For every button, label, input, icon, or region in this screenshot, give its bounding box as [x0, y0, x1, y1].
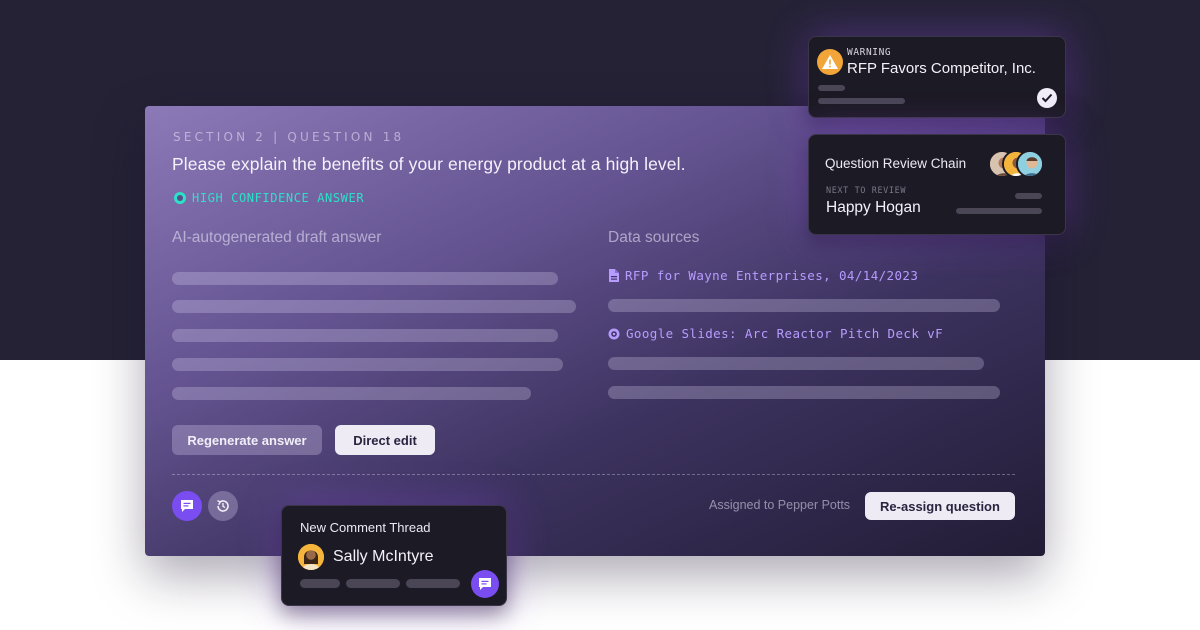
confidence-label: HIGH CONFIDENCE ANSWER: [192, 191, 365, 205]
source-label: Google Slides: Arc Reactor Pitch Deck vF: [626, 326, 944, 341]
draft-placeholder-line: [172, 272, 558, 285]
divider: [172, 474, 1015, 475]
direct-edit-button[interactable]: Direct edit: [335, 425, 435, 455]
placeholder-line: [1015, 193, 1042, 199]
sources-heading: Data sources: [608, 229, 700, 246]
section-label: SECTION 2 | QUESTION 18: [173, 130, 405, 144]
confidence-icon: [174, 192, 186, 204]
placeholder-line: [346, 579, 400, 588]
confidence-badge: HIGH CONFIDENCE ANSWER: [174, 191, 364, 205]
avatar: [1016, 150, 1044, 178]
comment-icon: [181, 500, 193, 512]
reviewer-name: Happy Hogan: [826, 199, 921, 216]
question-text: Please explain the benefits of your ener…: [172, 154, 686, 174]
source-link-slides[interactable]: Google Slides: Arc Reactor Pitch Deck vF: [608, 326, 943, 341]
reviewer-avatars: [988, 150, 1048, 180]
placeholder-line: [956, 208, 1042, 214]
warning-title: RFP Favors Competitor, Inc.: [847, 60, 1036, 77]
draft-placeholder-line: [172, 329, 558, 342]
draft-placeholder-line: [172, 300, 576, 313]
source-link-rfp[interactable]: RFP for Wayne Enterprises, 04/14/2023: [608, 268, 918, 283]
placeholder-line: [818, 98, 905, 104]
next-to-review-label: NEXT TO REVIEW: [826, 186, 907, 196]
review-chain-title: Question Review Chain: [825, 156, 967, 171]
check-icon[interactable]: [1037, 88, 1057, 108]
placeholder-line: [818, 85, 845, 91]
placeholder-line: [406, 579, 460, 588]
comment-thread-title: New Comment Thread: [300, 520, 431, 535]
source-placeholder-line: [608, 386, 1000, 399]
warning-icon: [817, 49, 843, 75]
comment-icon: [479, 578, 491, 590]
warning-kicker: WARNING: [847, 47, 892, 58]
history-icon: [217, 499, 229, 512]
comment-button[interactable]: [172, 491, 202, 521]
open-comment-button[interactable]: [471, 570, 499, 598]
assigned-to-text: Assigned to Pepper Potts: [709, 498, 851, 512]
reassign-question-button[interactable]: Re-assign question: [865, 492, 1015, 520]
draft-heading: AI-autogenerated draft answer: [172, 229, 382, 246]
source-placeholder-line: [608, 299, 1000, 312]
placeholder-line: [300, 579, 340, 588]
warning-panel: WARNING RFP Favors Competitor, Inc.: [808, 36, 1066, 118]
slides-icon: [608, 328, 620, 339]
history-button[interactable]: [208, 491, 238, 521]
review-chain-panel: Question Review Chain NEXT TO REVIEW Hap…: [808, 134, 1066, 235]
regenerate-answer-button[interactable]: Regenerate answer: [172, 425, 322, 455]
source-placeholder-line: [608, 357, 984, 370]
document-icon: [609, 269, 619, 282]
commenter-name: Sally McIntyre: [333, 548, 434, 565]
draft-placeholder-line: [172, 358, 563, 371]
source-label: RFP for Wayne Enterprises, 04/14/2023: [625, 268, 919, 283]
comment-thread-panel: New Comment Thread Sally McIntyre: [281, 505, 507, 606]
avatar: [298, 544, 324, 570]
draft-placeholder-line: [172, 387, 531, 400]
